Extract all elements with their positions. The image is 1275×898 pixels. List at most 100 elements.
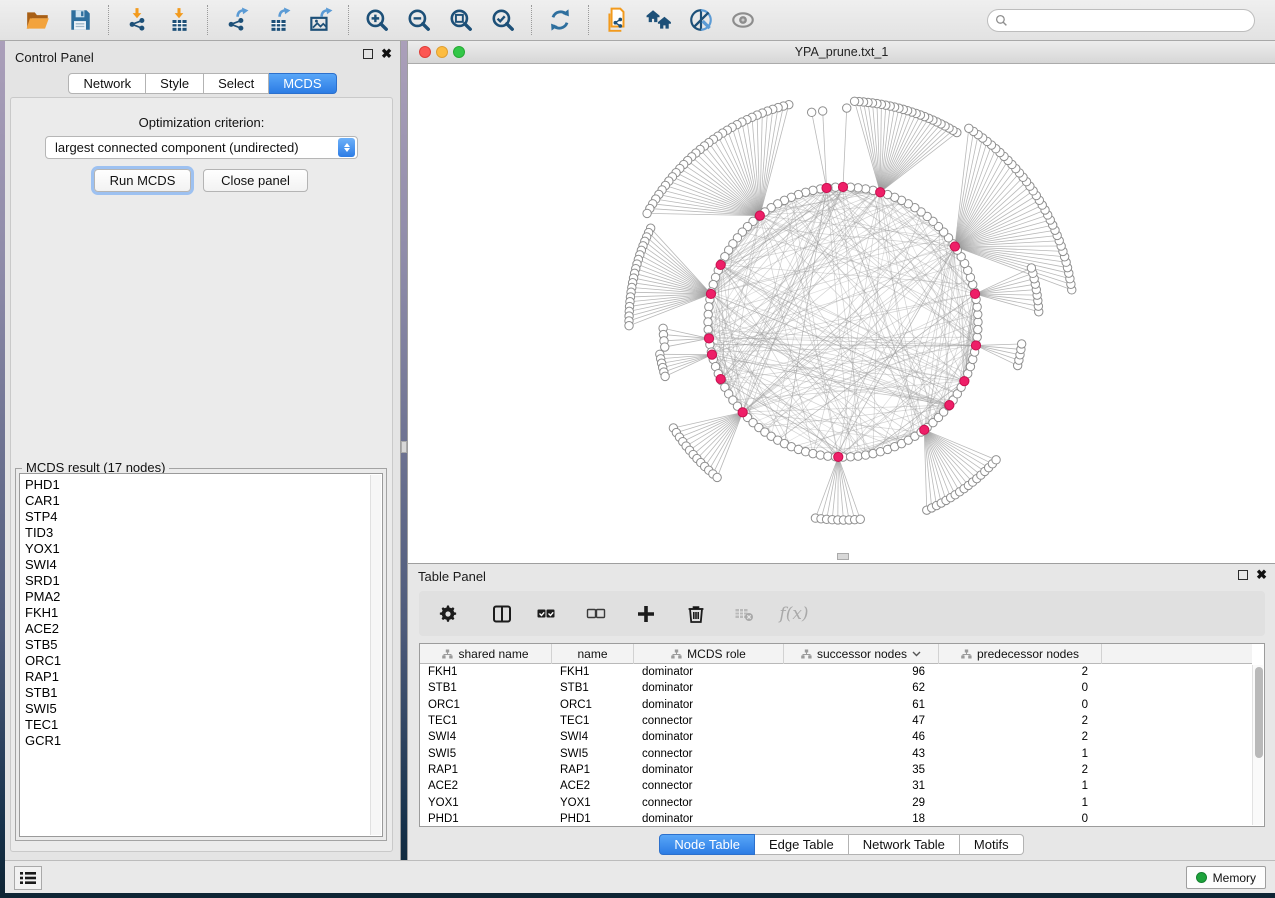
mcds-result-item[interactable]: PHD1 bbox=[20, 477, 382, 493]
table-cell[interactable]: SWI5 bbox=[552, 748, 634, 760]
table-cell[interactable]: dominator bbox=[634, 666, 784, 678]
table-cell[interactable]: 43 bbox=[784, 748, 939, 760]
mcds-result-item[interactable]: SWI5 bbox=[20, 701, 382, 717]
mcds-result-item[interactable]: YOX1 bbox=[20, 541, 382, 557]
table-scrollbar[interactable] bbox=[1252, 665, 1263, 825]
mcds-result-list[interactable]: PHD1CAR1STP4TID3YOX1SWI4SRD1PMA2FKH1ACE2… bbox=[19, 473, 383, 837]
table-cell[interactable]: ACE2 bbox=[552, 780, 634, 792]
mcds-result-item[interactable]: STB5 bbox=[20, 637, 382, 653]
table-cell[interactable]: connector bbox=[634, 748, 784, 760]
import-network-button[interactable] bbox=[123, 6, 151, 34]
table-cell[interactable]: 47 bbox=[784, 715, 939, 727]
export-network-button[interactable] bbox=[222, 6, 250, 34]
table-scrollbar-thumb[interactable] bbox=[1255, 667, 1263, 758]
delete-column-button[interactable] bbox=[681, 599, 711, 629]
horizontal-splitter-handle[interactable] bbox=[837, 553, 849, 560]
table-cell[interactable]: 2 bbox=[939, 764, 1102, 776]
network-canvas[interactable] bbox=[408, 64, 1275, 563]
table-row[interactable]: ORC1ORC1dominator610 bbox=[420, 697, 1252, 713]
table-cell[interactable]: SWI5 bbox=[420, 748, 552, 760]
table-cell[interactable]: STB1 bbox=[420, 682, 552, 694]
close-panel-icon[interactable]: ✖ bbox=[381, 49, 392, 59]
float-panel-icon[interactable] bbox=[363, 49, 373, 59]
table-cell[interactable]: 0 bbox=[939, 813, 1102, 825]
mcds-result-item[interactable]: STB1 bbox=[20, 685, 382, 701]
mcds-result-item[interactable]: GCR1 bbox=[20, 733, 382, 749]
zoom-in-button[interactable] bbox=[363, 6, 391, 34]
add-column-button[interactable] bbox=[631, 599, 661, 629]
show-hide-eye-button[interactable] bbox=[729, 6, 757, 34]
table-row[interactable]: YOX1YOX1connector291 bbox=[420, 794, 1252, 810]
mcds-result-item[interactable]: SRD1 bbox=[20, 573, 382, 589]
tab-node-table[interactable]: Node Table bbox=[659, 834, 755, 855]
table-cell[interactable]: 2 bbox=[939, 731, 1102, 743]
table-row[interactable]: STB1STB1dominator620 bbox=[420, 680, 1252, 696]
open-file-button[interactable] bbox=[24, 6, 52, 34]
tab-edge-table[interactable]: Edge Table bbox=[755, 834, 849, 855]
mcds-result-item[interactable]: TID3 bbox=[20, 525, 382, 541]
column-header-MCDS-role[interactable]: MCDS role bbox=[634, 644, 784, 664]
mcds-result-item[interactable]: TEC1 bbox=[20, 717, 382, 733]
split-columns-button[interactable] bbox=[487, 599, 517, 629]
table-cell[interactable]: dominator bbox=[634, 731, 784, 743]
tab-motifs[interactable]: Motifs bbox=[960, 834, 1024, 855]
table-cell[interactable]: STB1 bbox=[552, 682, 634, 694]
table-cell[interactable]: 0 bbox=[939, 682, 1102, 694]
table-row[interactable]: SWI4SWI4dominator462 bbox=[420, 729, 1252, 745]
table-row[interactable]: RAP1RAP1dominator352 bbox=[420, 762, 1252, 778]
mcds-result-item[interactable]: RAP1 bbox=[20, 669, 382, 685]
table-cell[interactable]: 2 bbox=[939, 666, 1102, 678]
criterion-dropdown[interactable]: largest connected component (undirected) bbox=[45, 136, 358, 159]
table-cell[interactable]: 1 bbox=[939, 748, 1102, 760]
table-cell[interactable]: 46 bbox=[784, 731, 939, 743]
clone-network-button[interactable] bbox=[603, 6, 631, 34]
zoom-out-button[interactable] bbox=[405, 6, 433, 34]
table-cell[interactable]: 61 bbox=[784, 699, 939, 711]
table-cell[interactable]: PHD1 bbox=[420, 813, 552, 825]
table-cell[interactable]: connector bbox=[634, 797, 784, 809]
table-cell[interactable]: TEC1 bbox=[552, 715, 634, 727]
zoom-fit-button[interactable] bbox=[447, 6, 475, 34]
table-cell[interactable]: 1 bbox=[939, 780, 1102, 792]
home-pages-button[interactable] bbox=[645, 6, 673, 34]
task-history-button[interactable] bbox=[14, 866, 42, 890]
table-cell[interactable]: 18 bbox=[784, 813, 939, 825]
table-cell[interactable]: 0 bbox=[939, 699, 1102, 711]
refresh-layout-button[interactable] bbox=[546, 6, 574, 34]
tab-network[interactable]: Network bbox=[68, 73, 146, 94]
hide-graphics-details-button[interactable] bbox=[687, 6, 715, 34]
column-header-name[interactable]: name bbox=[552, 644, 634, 664]
mcds-result-item[interactable]: SWI4 bbox=[20, 557, 382, 573]
table-cell[interactable]: ORC1 bbox=[552, 699, 634, 711]
table-cell[interactable]: SWI4 bbox=[420, 731, 552, 743]
table-cell[interactable]: ORC1 bbox=[420, 699, 552, 711]
table-cell[interactable]: connector bbox=[634, 780, 784, 792]
export-image-button[interactable] bbox=[306, 6, 334, 34]
table-cell[interactable]: connector bbox=[634, 715, 784, 727]
mcds-result-item[interactable]: ORC1 bbox=[20, 653, 382, 669]
table-row[interactable]: ACE2ACE2connector311 bbox=[420, 778, 1252, 794]
network-window-titlebar[interactable]: YPA_prune.txt_1 bbox=[408, 41, 1275, 64]
column-header-predecessor-nodes[interactable]: predecessor nodes bbox=[939, 644, 1102, 664]
settings-gear-button[interactable] bbox=[433, 599, 463, 629]
table-cell[interactable]: FKH1 bbox=[420, 666, 552, 678]
table-cell[interactable]: RAP1 bbox=[552, 764, 634, 776]
float-table-panel-icon[interactable] bbox=[1238, 570, 1248, 580]
tab-network-table[interactable]: Network Table bbox=[849, 834, 960, 855]
table-cell[interactable]: 96 bbox=[784, 666, 939, 678]
run-mcds-button[interactable]: Run MCDS bbox=[94, 169, 191, 192]
close-panel-button[interactable]: Close panel bbox=[203, 169, 308, 192]
table-cell[interactable]: RAP1 bbox=[420, 764, 552, 776]
column-header-successor-nodes[interactable]: successor nodes bbox=[784, 644, 939, 664]
table-cell[interactable]: PHD1 bbox=[552, 813, 634, 825]
tab-mcds[interactable]: MCDS bbox=[269, 73, 336, 94]
table-cell[interactable]: 2 bbox=[939, 715, 1102, 727]
table-cell[interactable]: 31 bbox=[784, 780, 939, 792]
table-cell[interactable]: 29 bbox=[784, 797, 939, 809]
import-table-button[interactable] bbox=[165, 6, 193, 34]
table-cell[interactable]: SWI4 bbox=[552, 731, 634, 743]
save-session-button[interactable] bbox=[66, 6, 94, 34]
table-cell[interactable]: 35 bbox=[784, 764, 939, 776]
table-cell[interactable]: dominator bbox=[634, 764, 784, 776]
table-cell[interactable]: TEC1 bbox=[420, 715, 552, 727]
